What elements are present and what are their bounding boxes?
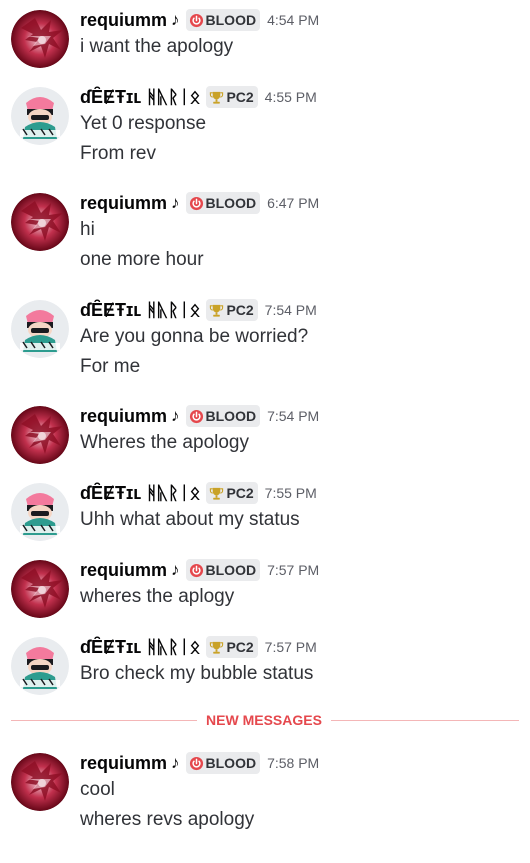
- message-header: requiumm ♪ BLOOD 4:54 PM: [80, 6, 319, 34]
- avatar[interactable]: [11, 753, 69, 811]
- timestamp[interactable]: 7:57 PM: [265, 639, 317, 655]
- timestamp[interactable]: 7:58 PM: [267, 755, 319, 771]
- timestamp[interactable]: 7:57 PM: [267, 562, 319, 578]
- avatar[interactable]: [11, 87, 69, 145]
- message-text[interactable]: Are you gonna be worried?: [80, 326, 308, 348]
- avatar[interactable]: [11, 560, 69, 618]
- divider-line-right: [331, 720, 519, 721]
- message-text[interactable]: i want the apology: [80, 36, 233, 58]
- username[interactable]: requiumm: [80, 560, 167, 581]
- guild-tag-label: PC2: [226, 302, 254, 318]
- username[interactable]: ɗȆɆŦɪʟ ᚻᚣᚱᛁᛟ: [80, 637, 200, 658]
- trophy-icon: [209, 640, 226, 655]
- avatar[interactable]: [11, 300, 69, 358]
- message-header: ɗȆɆŦɪʟ ᚻᚣᚱᛁᛟ PC2 7:57 PM: [80, 633, 317, 661]
- divider-line-left: [11, 720, 197, 721]
- guild-tag-label: BLOOD: [205, 562, 257, 578]
- message-header: requiumm ♪ BLOOD 7:58 PM: [80, 749, 319, 777]
- message-text[interactable]: Wheres the apology: [80, 432, 249, 454]
- username[interactable]: requiumm: [80, 753, 167, 774]
- music-note-icon: ♪: [171, 406, 180, 425]
- message-text[interactable]: wheres revs apology: [80, 809, 254, 831]
- power-icon: [189, 756, 206, 771]
- message-text[interactable]: For me: [80, 356, 140, 378]
- username[interactable]: requiumm: [80, 10, 167, 31]
- message-text[interactable]: Yet 0 response: [80, 113, 206, 135]
- guild-tag-badge[interactable]: BLOOD: [185, 192, 261, 214]
- guild-tag-badge[interactable]: BLOOD: [185, 405, 261, 427]
- trophy-icon: [209, 486, 226, 501]
- timestamp[interactable]: 4:55 PM: [265, 89, 317, 105]
- message-header: requiumm ♪ BLOOD 7:57 PM: [80, 556, 319, 584]
- trophy-icon: [209, 90, 226, 105]
- message-header: requiumm ♪ BLOOD 6:47 PM: [80, 189, 319, 217]
- guild-tag-badge[interactable]: PC2: [206, 482, 258, 504]
- username[interactable]: requiumm: [80, 406, 167, 427]
- timestamp[interactable]: 7:54 PM: [267, 408, 319, 424]
- new-messages-label: NEW MESSAGES: [206, 712, 322, 728]
- guild-tag-label: BLOOD: [205, 195, 257, 211]
- timestamp[interactable]: 4:54 PM: [267, 12, 319, 28]
- message-header: requiumm ♪ BLOOD 7:54 PM: [80, 402, 319, 430]
- power-icon: [189, 563, 206, 578]
- trophy-icon: [209, 303, 226, 318]
- timestamp[interactable]: 7:55 PM: [265, 485, 317, 501]
- timestamp[interactable]: 7:54 PM: [265, 302, 317, 318]
- message-header: ɗȆɆŦɪʟ ᚻᚣᚱᛁᛟ PC2 4:55 PM: [80, 83, 317, 111]
- avatar[interactable]: [11, 483, 69, 541]
- avatar[interactable]: [11, 406, 69, 464]
- power-icon: [189, 13, 206, 28]
- power-icon: [189, 196, 206, 211]
- message-header: ɗȆɆŦɪʟ ᚻᚣᚱᛁᛟ PC2 7:55 PM: [80, 479, 317, 507]
- guild-tag-badge[interactable]: PC2: [206, 86, 258, 108]
- guild-tag-label: BLOOD: [205, 12, 257, 28]
- guild-tag-label: PC2: [226, 639, 254, 655]
- username[interactable]: ɗȆɆŦɪʟ ᚻᚣᚱᛁᛟ: [80, 300, 200, 321]
- username[interactable]: ɗȆɆŦɪʟ ᚻᚣᚱᛁᛟ: [80, 483, 200, 504]
- message-text[interactable]: cool: [80, 779, 115, 801]
- guild-tag-label: PC2: [226, 485, 254, 501]
- music-note-icon: ♪: [171, 753, 180, 772]
- guild-tag-label: PC2: [226, 89, 254, 105]
- guild-tag-label: BLOOD: [205, 408, 257, 424]
- guild-tag-badge[interactable]: BLOOD: [185, 559, 261, 581]
- message-text[interactable]: Uhh what about my status: [80, 509, 300, 531]
- username[interactable]: requiumm: [80, 193, 167, 214]
- message-text[interactable]: Bro check my bubble status: [80, 663, 313, 685]
- music-note-icon: ♪: [171, 193, 180, 212]
- avatar[interactable]: [11, 637, 69, 695]
- avatar[interactable]: [11, 193, 69, 251]
- new-messages-divider: NEW MESSAGES: [11, 711, 519, 729]
- guild-tag-badge[interactable]: BLOOD: [185, 752, 261, 774]
- guild-tag-badge[interactable]: PC2: [206, 299, 258, 321]
- music-note-icon: ♪: [171, 560, 180, 579]
- guild-tag-label: BLOOD: [205, 755, 257, 771]
- chat-message-list: requiumm ♪ BLOOD 4:54 PM i want the apology ɗ…: [0, 0, 530, 863]
- message-text[interactable]: hi: [80, 219, 95, 241]
- guild-tag-badge[interactable]: PC2: [206, 636, 258, 658]
- message-text[interactable]: one more hour: [80, 249, 204, 271]
- message-text[interactable]: From rev: [80, 143, 156, 165]
- music-note-icon: ♪: [171, 10, 180, 29]
- message-text[interactable]: wheres the aplogy: [80, 586, 234, 608]
- username[interactable]: ɗȆɆŦɪʟ ᚻᚣᚱᛁᛟ: [80, 87, 200, 108]
- timestamp[interactable]: 6:47 PM: [267, 195, 319, 211]
- power-icon: [189, 409, 206, 424]
- message-header: ɗȆɆŦɪʟ ᚻᚣᚱᛁᛟ PC2 7:54 PM: [80, 296, 317, 324]
- avatar[interactable]: [11, 10, 69, 68]
- guild-tag-badge[interactable]: BLOOD: [185, 9, 261, 31]
